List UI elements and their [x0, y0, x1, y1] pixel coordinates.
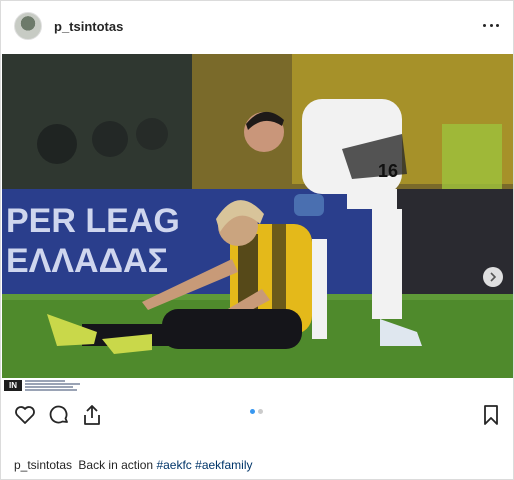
photo-credit-logo: IN [4, 380, 22, 391]
next-photo-button[interactable] [483, 267, 503, 287]
hashtag-link[interactable]: #aekfc [156, 458, 191, 472]
carousel-indicator [250, 409, 263, 414]
caption-username[interactable]: p_tsintotas [14, 458, 72, 472]
hashtag-link[interactable]: #aekfamily [195, 458, 252, 472]
post-photo[interactable]: PER LEAG ΕΛΛΑΔΑΣ 16 [2, 54, 513, 378]
carousel-dot-active [250, 409, 255, 414]
post-header: p_tsintotas [1, 1, 513, 51]
more-options-icon[interactable] [483, 17, 499, 33]
ad-board-text-top: PER LEAG [6, 202, 180, 240]
photo-credit-text [25, 380, 85, 392]
carousel-dot [258, 409, 263, 414]
bookmark-icon[interactable] [479, 403, 503, 427]
jersey-number: 16 [378, 161, 398, 181]
share-icon[interactable] [80, 403, 104, 427]
post-caption: p_tsintotas Back in action #aekfc #aekfa… [14, 458, 253, 472]
action-bar [1, 399, 513, 431]
comment-icon[interactable] [47, 403, 71, 427]
instagram-post: p_tsintotas PER LEAG ΕΛΛΑΔΑΣ 16 IN p_tsi… [0, 0, 514, 480]
chevron-right-icon [490, 272, 497, 282]
caption-text: Back in action [78, 458, 154, 472]
avatar[interactable] [14, 12, 42, 40]
heart-icon[interactable] [13, 403, 37, 427]
ad-board-text-bottom: ΕΛΛΑΔΑΣ [6, 242, 168, 280]
username-link[interactable]: p_tsintotas [54, 19, 123, 34]
